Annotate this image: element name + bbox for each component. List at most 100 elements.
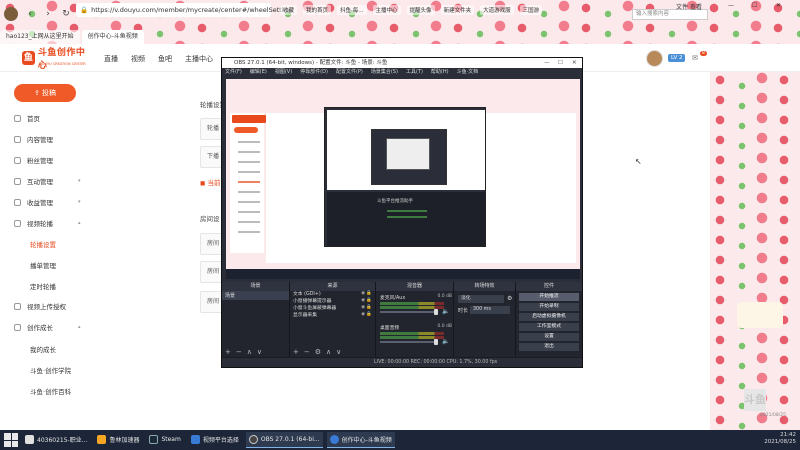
move-up-icon[interactable]: ∧	[326, 348, 331, 356]
bookmark-item[interactable]: 我的首页	[303, 5, 332, 15]
sidebar-sub-academy[interactable]: 斗鱼·创作学院	[30, 365, 71, 375]
sidebar-sub-playlist[interactable]: 播单管理	[30, 260, 56, 270]
menu-view[interactable]: 查看	[690, 2, 702, 11]
site-logo[interactable]: 鱼 斗鱼创作中心 DOUYU CREATION CENTER	[22, 48, 90, 71]
minimize-icon[interactable]: —	[728, 2, 734, 9]
volume-slider-knob[interactable]	[434, 309, 438, 315]
obs-window[interactable]: OBS 27.0.1 (64-bit, windows) - 配置文件: 斗鱼 …	[221, 57, 583, 368]
nav-streamer-center[interactable]: 主播中心	[185, 54, 213, 64]
address-bar[interactable]: 🔒 https://v.douyu.com/member/mycreate/ce…	[76, 3, 292, 17]
mail-icon[interactable]: ✉	[692, 54, 698, 62]
obs-menu-view[interactable]: 视图(V)	[275, 68, 292, 77]
obs-menu-docks[interactable]: 停靠部件(D)	[300, 68, 328, 77]
windows-start-icon[interactable]	[4, 433, 18, 447]
sidebar-item-interaction[interactable]: 互动管理 ▾	[14, 175, 81, 187]
source-item[interactable]: 文本 (GDI+) ◉ 🔒	[290, 291, 375, 298]
sidebar-item-fans[interactable]: 粉丝管理	[14, 154, 53, 166]
taskbar-app-steam[interactable]: Steam	[146, 432, 183, 448]
bookmark-item[interactable]: 主播中心	[372, 5, 401, 15]
obs-menu-help[interactable]: 帮助(H)	[431, 68, 449, 77]
upload-button[interactable]: ⇪ 投稿	[14, 84, 76, 102]
source-item[interactable]: 显示器采集 ◉ 🔒	[290, 312, 375, 319]
start-recording-button[interactable]: 开始录制	[519, 303, 579, 311]
move-down-icon[interactable]: ∨	[257, 348, 262, 356]
obs-close-icon[interactable]: ✕	[572, 58, 577, 68]
obs-menu-douyu[interactable]: 斗鱼·文档	[457, 68, 479, 77]
obs-menu-scene-collection[interactable]: 场景集合(S)	[371, 68, 398, 77]
system-tray-clock[interactable]: 21:42 2021/08/25	[764, 432, 796, 446]
sidebar-item-content[interactable]: 内容管理	[14, 133, 53, 145]
add-icon[interactable]: +	[293, 348, 299, 356]
tab-creator-center[interactable]: 创作中心-斗鱼视频	[81, 30, 144, 44]
duration-input[interactable]: 300 ms	[470, 306, 510, 314]
move-up-icon[interactable]: ∧	[247, 348, 252, 356]
maximize-icon[interactable]: ☐	[752, 2, 757, 9]
nav-video[interactable]: 视频	[131, 54, 145, 64]
bookmark-item[interactable]: 三国游	[519, 5, 543, 15]
volume-slider[interactable]	[380, 309, 438, 315]
sidebar-sub-scheduled[interactable]: 定时轮播	[30, 281, 56, 291]
lock-icon[interactable]: 🔒	[366, 298, 372, 304]
remove-icon[interactable]: −	[236, 348, 242, 356]
sidebar-sub-wiki[interactable]: 斗鱼·创作百科	[30, 386, 71, 396]
close-icon[interactable]: ✕	[776, 2, 781, 9]
sidebar-sub-wheel-settings[interactable]: 轮播设置	[30, 239, 56, 249]
eye-icon[interactable]: ◉	[361, 291, 365, 297]
sidebar-item-upload-auth[interactable]: 视频上传授权	[14, 300, 66, 312]
start-streaming-button[interactable]: 开始推流	[519, 293, 579, 301]
obs-preview-canvas[interactable]: 斗鱼平台推流助手	[226, 79, 580, 279]
volume-slider[interactable]	[380, 339, 438, 345]
settings-icon[interactable]: ⚙	[315, 348, 321, 356]
menu-file[interactable]: 文件	[676, 2, 688, 11]
obs-menu-edit[interactable]: 编辑(E)	[250, 68, 267, 77]
sidebar-item-wheel[interactable]: 视频轮播 ▴	[14, 217, 81, 229]
taskbar-app-accelerator[interactable]: 鲁林加速器	[94, 432, 142, 448]
remove-icon[interactable]: −	[304, 348, 310, 356]
forward-icon[interactable]: ›	[42, 8, 54, 20]
bookmark-item[interactable]: 收藏	[280, 5, 298, 15]
sidebar-item-growth[interactable]: 创作成长 ▴	[14, 321, 81, 333]
add-icon[interactable]: +	[225, 348, 231, 356]
virtual-camera-button[interactable]: 启动虚拟摄像机	[519, 313, 579, 321]
sidebar-sub-my-growth[interactable]: 我的成长	[30, 344, 56, 354]
speaker-icon[interactable]: 🔈	[442, 308, 449, 315]
studio-mode-button[interactable]: 工作室模式	[519, 323, 579, 331]
refresh-icon[interactable]: ↻	[60, 8, 72, 20]
lock-icon[interactable]: 🔒	[366, 312, 372, 318]
obs-minimize-icon[interactable]: —	[544, 58, 550, 68]
exit-button[interactable]: 退出	[519, 343, 579, 351]
nav-live[interactable]: 直播	[104, 54, 118, 64]
obs-titlebar[interactable]: OBS 27.0.1 (64-bit, windows) - 配置文件: 斗鱼 …	[222, 58, 582, 68]
back-icon[interactable]: ‹	[24, 8, 36, 20]
eye-icon[interactable]: ◉	[361, 298, 365, 304]
lock-icon[interactable]: 🔒	[366, 291, 372, 297]
transition-settings-icon[interactable]: ⚙	[507, 295, 512, 302]
move-down-icon[interactable]: ∨	[336, 348, 341, 356]
bookmark-item[interactable]: 抖鱼·每...	[337, 5, 367, 15]
bookmark-item[interactable]: 新建文件夹	[440, 5, 475, 15]
bookmark-item[interactable]: 大道游戏服	[480, 5, 514, 15]
scene-item[interactable]: 场景	[222, 291, 289, 300]
user-avatar[interactable]	[646, 50, 663, 67]
eye-icon[interactable]: ◉	[361, 312, 365, 318]
obs-menu-file[interactable]: 文件(F)	[225, 68, 242, 77]
eye-icon[interactable]: ◉	[361, 305, 365, 311]
speaker-icon[interactable]: 🔈	[442, 338, 449, 345]
obs-menu-tools[interactable]: 工具(T)	[406, 68, 423, 77]
transition-select[interactable]: 淡化	[458, 295, 504, 303]
obs-menu-profile[interactable]: 配置文件(P)	[336, 68, 363, 77]
sidebar-item-home[interactable]: 首页	[14, 112, 40, 124]
sidebar-item-income[interactable]: 收益管理 ▾	[14, 196, 81, 208]
settings-button[interactable]: 设置	[519, 333, 579, 341]
taskbar-app-platform-select[interactable]: 视频平台选择	[188, 432, 242, 448]
source-item[interactable]: 小窗播弹幕提示器 ◉ 🔒	[290, 298, 375, 305]
profile-avatar[interactable]	[4, 7, 18, 21]
tab-hao123[interactable]: hao123_上网从这里开始	[0, 30, 80, 44]
taskbar-app-browser[interactable]: 创作中心-斗鱼视频	[326, 432, 395, 448]
source-item[interactable]: 小窗斗鱼屏蔽弹幕器 ◉ 🔒	[290, 305, 375, 312]
bookmark-item[interactable]: 提醒头像	[406, 5, 435, 15]
obs-maximize-icon[interactable]: ☐	[558, 58, 563, 68]
taskbar-app-obs[interactable]: OBS 27.0.1 (64-bi...	[245, 432, 323, 448]
taskbar-app-explorer[interactable]: 40360215-职业...	[22, 432, 90, 448]
lock-icon[interactable]: 🔒	[366, 305, 372, 311]
